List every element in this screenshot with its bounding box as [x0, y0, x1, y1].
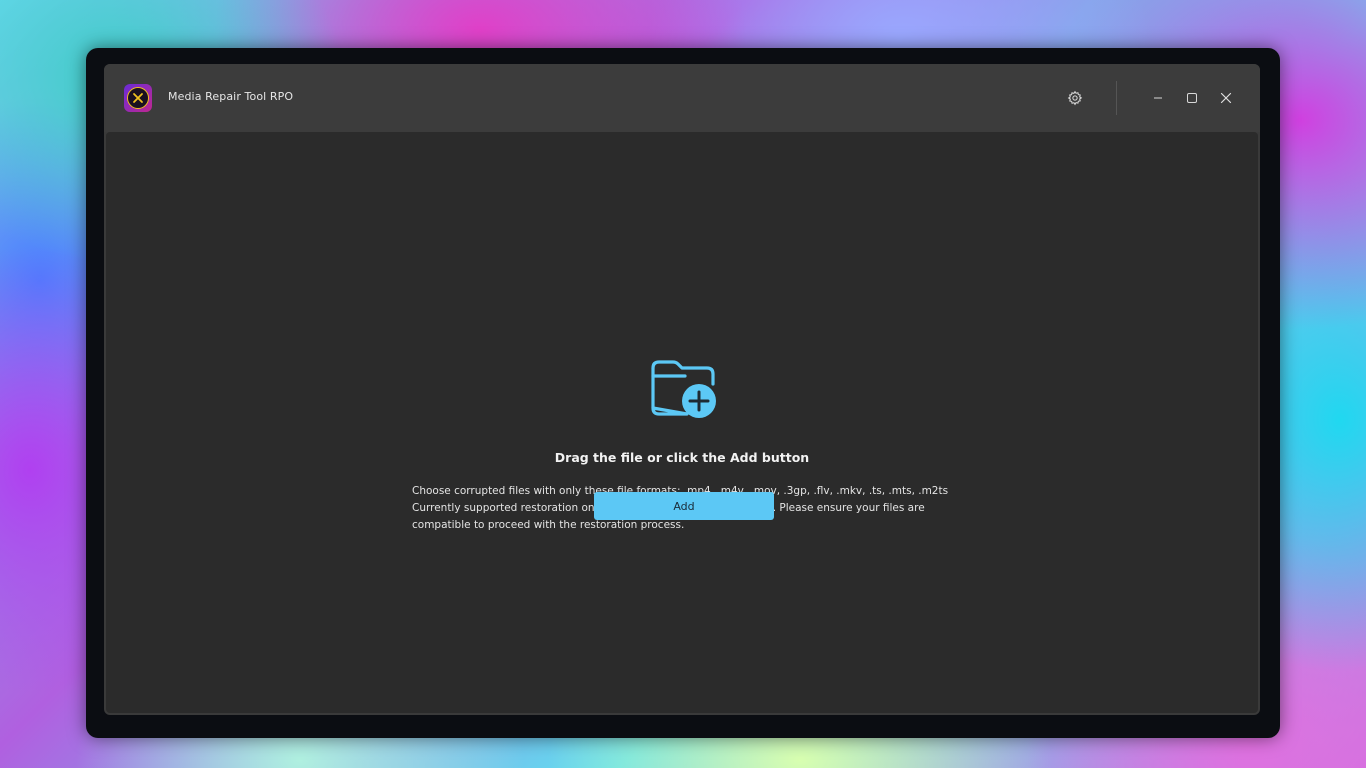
app-logo-icon [124, 84, 152, 112]
settings-button[interactable] [1061, 84, 1089, 112]
gear-icon [1067, 90, 1083, 106]
drop-zone[interactable]: Drag the file or click the Add button Ch… [106, 132, 1258, 713]
app-window: Media Repair Tool RPO Drag the file or c… [104, 64, 1260, 715]
app-title: Media Repair Tool RPO [168, 90, 294, 103]
minimize-icon [1154, 97, 1162, 99]
drop-title: Drag the file or click the Add button [554, 450, 810, 465]
close-icon [1220, 92, 1232, 104]
minimize-button[interactable] [1144, 84, 1172, 112]
titlebar-divider [1116, 81, 1117, 115]
close-button[interactable] [1212, 84, 1240, 112]
add-button[interactable]: Add [594, 492, 774, 520]
title-bar[interactable]: Media Repair Tool RPO [104, 64, 1260, 132]
maximize-button[interactable] [1178, 84, 1206, 112]
folder-add-icon [651, 360, 716, 418]
maximize-icon [1187, 93, 1197, 103]
